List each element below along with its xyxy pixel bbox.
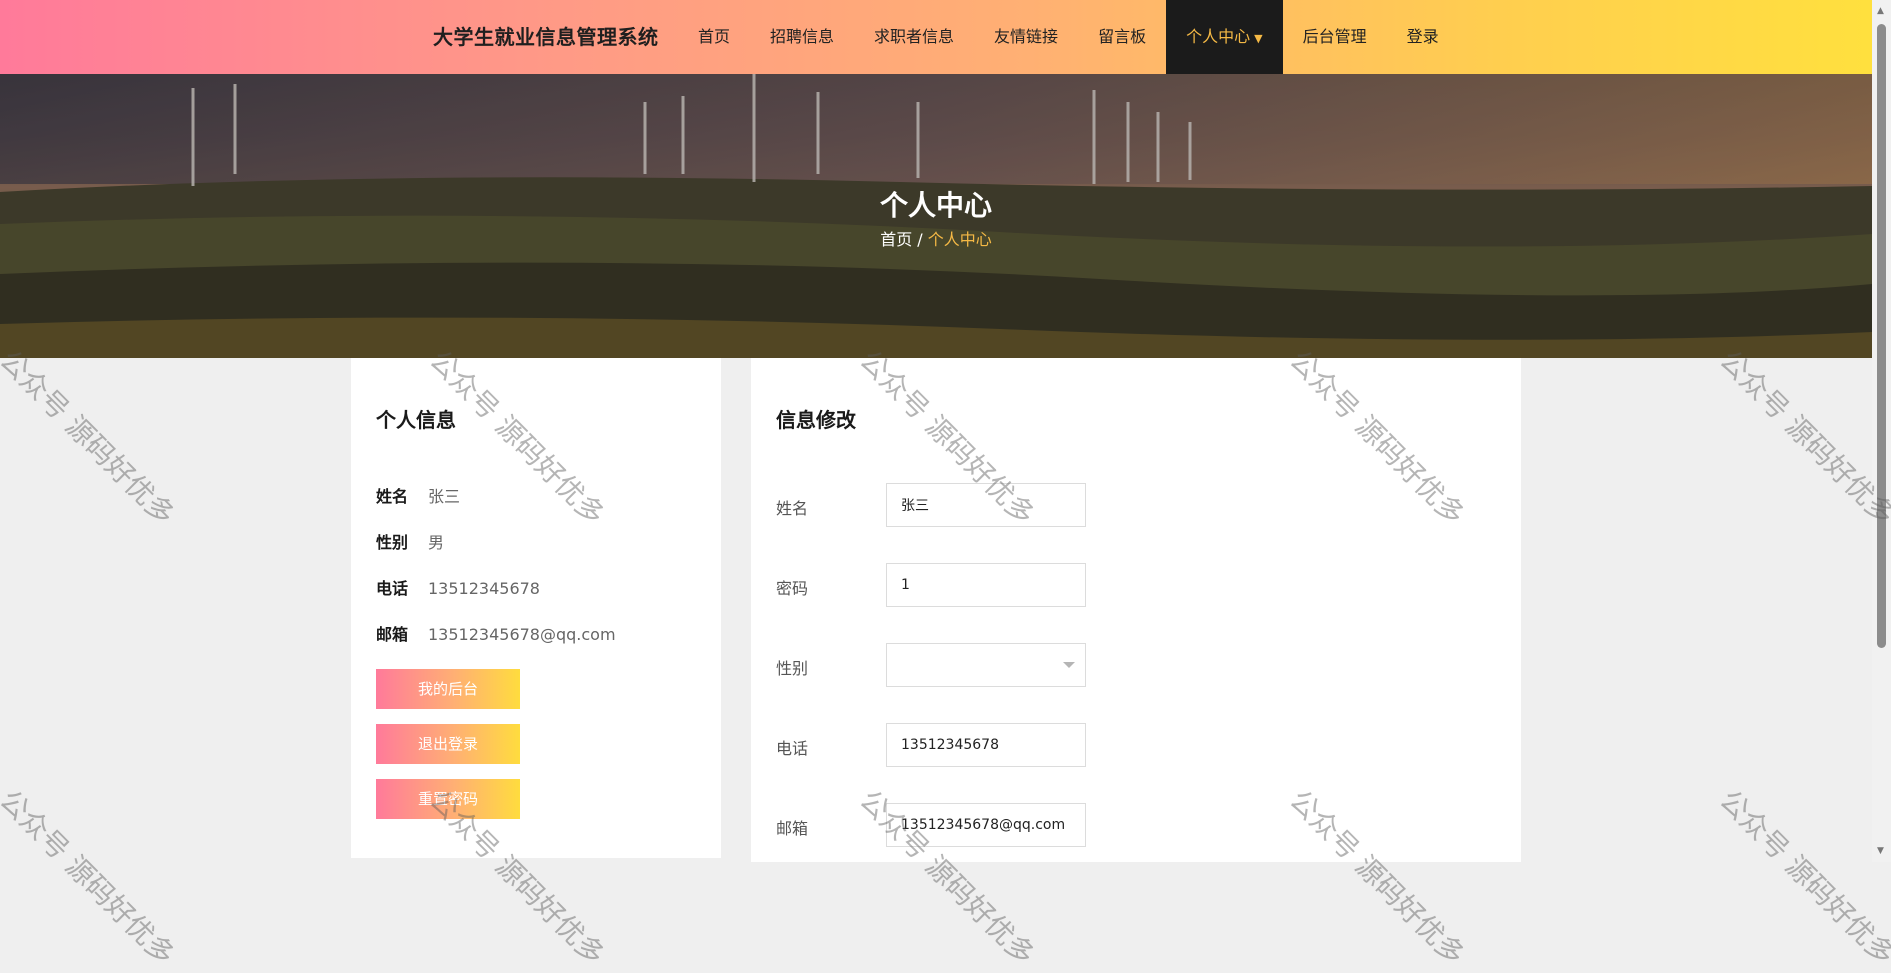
watermark: 公众号 源码好优多 bbox=[1713, 343, 1891, 532]
scroll-up-icon[interactable]: ▲ bbox=[1877, 6, 1884, 16]
email-input[interactable] bbox=[886, 803, 1086, 847]
nav-item-jobs[interactable]: 招聘信息 bbox=[750, 0, 854, 74]
profile-row-name: 姓名 张三 bbox=[376, 483, 460, 507]
main-nav: 首页 招聘信息 求职者信息 友情链接 留言板 个人中心 ▼ 后台管理 登录 bbox=[678, 0, 1459, 74]
profile-card: 个人信息 姓名 张三 性别男 电话 13512345678 邮箱 1351234567… bbox=[351, 358, 721, 858]
profile-label: 邮箱 bbox=[376, 625, 409, 644]
nav-item-personal-center[interactable]: 个人中心 ▼ bbox=[1166, 0, 1283, 74]
phone-input[interactable] bbox=[886, 723, 1086, 767]
password-input[interactable] bbox=[886, 563, 1086, 607]
phone-field-label: 电话 bbox=[776, 739, 809, 758]
profile-value: 13512345678 bbox=[428, 579, 540, 598]
edit-info-card: 信息修改 姓名 密码 性别 电话 邮箱 bbox=[751, 358, 1521, 862]
gender-select[interactable] bbox=[886, 643, 1086, 687]
nav-item-home[interactable]: 首页 bbox=[678, 0, 750, 74]
profile-row-gender: 性别男 bbox=[376, 529, 444, 553]
edit-card-title: 信息修改 bbox=[776, 408, 856, 432]
password-field-label: 密码 bbox=[776, 579, 809, 598]
profile-card-title: 个人信息 bbox=[376, 408, 456, 432]
nav-item-messages[interactable]: 留言板 bbox=[1078, 0, 1166, 74]
gender-field-label: 性别 bbox=[776, 659, 809, 678]
email-field-label: 邮箱 bbox=[776, 819, 809, 838]
site-brand[interactable]: 大学生就业信息管理系统 bbox=[433, 0, 659, 74]
chevron-down-icon bbox=[1063, 662, 1075, 668]
profile-label: 电话 bbox=[376, 579, 409, 598]
scroll-down-icon[interactable]: ▼ bbox=[1877, 846, 1884, 856]
breadcrumb-separator: / bbox=[912, 230, 928, 249]
nav-item-links[interactable]: 友情链接 bbox=[974, 0, 1078, 74]
name-input[interactable] bbox=[886, 483, 1086, 527]
nav-item-seekers[interactable]: 求职者信息 bbox=[854, 0, 974, 74]
watermark: 公众号 源码好优多 bbox=[0, 783, 182, 972]
breadcrumb-home-link[interactable]: 首页 bbox=[880, 230, 912, 249]
reset-password-button[interactable]: 重置密码 bbox=[376, 779, 520, 819]
profile-label: 性别 bbox=[376, 533, 409, 552]
breadcrumb: 首页 / 个人中心 bbox=[0, 226, 1872, 250]
logout-button[interactable]: 退出登录 bbox=[376, 724, 520, 764]
scrollbar-thumb[interactable] bbox=[1877, 24, 1886, 648]
chevron-down-icon: ▼ bbox=[1254, 32, 1263, 45]
profile-row-phone: 电话 13512345678 bbox=[376, 575, 540, 599]
breadcrumb-current: 个人中心 bbox=[927, 230, 992, 249]
page-title: 个人中心 bbox=[879, 189, 992, 222]
watermark: 公众号 源码好优多 bbox=[0, 343, 182, 532]
my-backend-button[interactable]: 我的后台 bbox=[376, 669, 520, 709]
profile-value: 13512345678@qq.com bbox=[428, 625, 616, 644]
nav-item-admin[interactable]: 后台管理 bbox=[1283, 0, 1387, 74]
watermark: 公众号 源码好优多 bbox=[1713, 783, 1891, 972]
top-header: 大学生就业信息管理系统 首页 招聘信息 求职者信息 友情链接 留言板 个人中心 ▼… bbox=[0, 0, 1872, 74]
nav-item-login[interactable]: 登录 bbox=[1387, 0, 1459, 74]
profile-row-email: 邮箱 13512345678@qq.com bbox=[376, 621, 616, 645]
page-scrollbar[interactable]: ▲ ▼ bbox=[1872, 0, 1891, 862]
name-field-label: 姓名 bbox=[776, 499, 809, 518]
profile-value: 男 bbox=[428, 533, 445, 552]
profile-value: 张三 bbox=[428, 487, 461, 506]
profile-label: 姓名 bbox=[376, 487, 409, 506]
hero-banner: 个人中心 首页 / 个人中心 bbox=[0, 74, 1872, 358]
